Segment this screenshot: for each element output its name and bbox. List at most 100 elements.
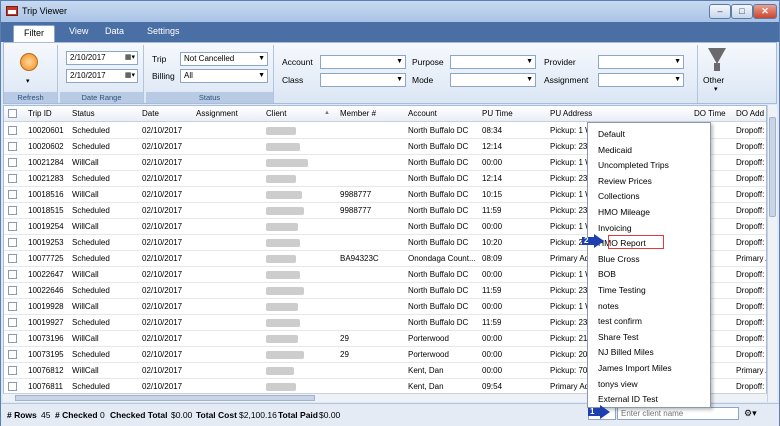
status-cell: Scheduled (72, 350, 110, 359)
status-cell: WillCall (72, 270, 99, 279)
client-redacted (266, 207, 304, 215)
menu-item-uncompleted-trips[interactable]: Uncompleted Trips (598, 160, 669, 170)
row-checkbox[interactable] (8, 302, 17, 311)
row-checkbox[interactable] (8, 318, 17, 327)
menu-item-hmo-mileage[interactable]: HMO Mileage (598, 207, 650, 217)
menu-item-invoicing[interactable]: Invoicing (598, 223, 632, 233)
row-checkbox[interactable] (8, 158, 17, 167)
trip-id-cell: 10077725 (28, 254, 64, 263)
row-checkbox[interactable] (8, 254, 17, 263)
col-member[interactable]: Member # (340, 109, 376, 118)
trip-id-cell: 10073196 (28, 334, 64, 343)
status-cell: WillCall (72, 158, 99, 167)
account-cell: North Buffalo DC (408, 206, 469, 215)
do-address-cell: Dropoff: (736, 382, 765, 391)
trip-id-cell: 10021284 (28, 158, 64, 167)
tab-data[interactable]: Data (105, 26, 124, 36)
col-client[interactable]: Client (266, 109, 286, 118)
menu-item-james-import-miles[interactable]: James Import Miles (598, 363, 672, 373)
menu-item-nj-billed-miles[interactable]: NJ Billed Miles (598, 347, 654, 357)
status-cell: Scheduled (72, 382, 110, 391)
col-assignment[interactable]: Assignment (196, 109, 238, 118)
chevron-down-icon: ▼ (674, 58, 681, 65)
col-account[interactable]: Account (408, 109, 437, 118)
col-date[interactable]: Date (142, 109, 159, 118)
class-select[interactable]: ▼ (320, 73, 406, 87)
pu-time-cell: 00:00 (482, 270, 503, 279)
vertical-scroll-thumb[interactable] (769, 117, 776, 217)
menu-item-review-prices[interactable]: Review Prices (598, 176, 652, 186)
trip-id-cell: 10076811 (28, 382, 63, 391)
billing-select[interactable]: All ▼ (180, 69, 268, 83)
close-button[interactable]: ✕ (753, 4, 777, 19)
tab-settings[interactable]: Settings (147, 26, 180, 36)
member-cell: 29 (340, 350, 349, 359)
menu-item-collections[interactable]: Collections (598, 191, 640, 201)
date-cell: 02/10/2017 (142, 302, 183, 311)
pu-address-cell: Pickup: 21 (550, 334, 588, 343)
col-pu-time[interactable]: PU Time (482, 109, 513, 118)
col-trip-id[interactable]: Trip ID (28, 109, 52, 118)
refresh-dropdown-icon[interactable]: ▾ (26, 77, 30, 85)
pu-time-cell: 11:59 (482, 318, 502, 327)
col-pu-address[interactable]: PU Address (550, 109, 592, 118)
app-icon (6, 6, 18, 16)
menu-item-default[interactable]: Default (598, 129, 625, 139)
mode-select[interactable]: ▼ (450, 73, 536, 87)
row-checkbox[interactable] (8, 286, 17, 295)
account-select[interactable]: ▼ (320, 55, 406, 69)
do-address-cell: Dropoff: (736, 302, 765, 311)
maximize-button[interactable]: □ (731, 4, 753, 19)
col-status[interactable]: Status (72, 109, 95, 118)
vertical-scrollbar[interactable] (767, 105, 777, 402)
row-checkbox[interactable] (8, 382, 17, 391)
client-name-input[interactable] (617, 407, 739, 420)
row-checkbox[interactable] (8, 174, 17, 183)
row-checkbox[interactable] (8, 334, 17, 343)
row-checkbox[interactable] (8, 190, 17, 199)
client-redacted (266, 319, 300, 327)
select-all-checkbox[interactable] (8, 109, 17, 118)
row-checkbox[interactable] (8, 126, 17, 135)
row-checkbox[interactable] (8, 222, 17, 231)
client-redacted (266, 191, 302, 199)
row-checkbox[interactable] (8, 350, 17, 359)
user-settings-icon[interactable]: ⚙▾ (744, 408, 766, 420)
row-checkbox[interactable] (8, 366, 17, 375)
col-do-time[interactable]: DO Time (694, 109, 726, 118)
date-to-picker[interactable]: 2/10/2017 ▦▾ (66, 69, 138, 83)
horizontal-scroll-thumb[interactable] (15, 395, 315, 401)
date-from-picker[interactable]: 2/10/2017 ▦▾ (66, 51, 138, 65)
col-do-address[interactable]: DO Add (736, 109, 764, 118)
minimize-button[interactable]: – (709, 4, 731, 19)
menu-item-external-id-test[interactable]: External ID Test (598, 394, 658, 404)
menu-item-share-test[interactable]: Share Test (598, 332, 638, 342)
row-checkbox[interactable] (8, 142, 17, 151)
menu-item-time-testing[interactable]: Time Testing (598, 285, 646, 295)
menu-item-tonys-view[interactable]: tonys view (598, 379, 638, 389)
menu-item-blue-cross[interactable]: Blue Cross (598, 254, 640, 264)
class-label: Class (282, 75, 304, 85)
provider-select[interactable]: ▼ (598, 55, 684, 69)
tab-view[interactable]: View (69, 26, 88, 36)
menu-item-bob[interactable]: BOB (598, 269, 616, 279)
date-cell: 02/10/2017 (142, 366, 183, 375)
row-checkbox[interactable] (8, 206, 17, 215)
pu-address-cell: Pickup: 23 ( (550, 206, 590, 215)
purpose-select[interactable]: ▼ (450, 55, 536, 69)
trip-select[interactable]: Not Cancelled ▼ (180, 52, 268, 66)
tab-filter[interactable]: Filter (13, 25, 55, 42)
assignment-select[interactable]: ▼ (598, 73, 684, 87)
menu-item-medicaid[interactable]: Medicaid (598, 145, 632, 155)
refresh-icon[interactable] (20, 53, 38, 71)
account-cell: North Buffalo DC (408, 318, 469, 327)
client-redacted (266, 127, 296, 135)
account-label: Account (282, 57, 313, 67)
other-group[interactable]: Other ▾ (700, 45, 734, 103)
menu-item-test-confirm[interactable]: test confirm (598, 316, 642, 326)
row-checkbox[interactable] (8, 270, 17, 279)
grid-header: Trip ID Status Date Assignment Client ▲ … (4, 106, 766, 122)
funnel-icon (708, 48, 726, 64)
row-checkbox[interactable] (8, 238, 17, 247)
menu-item-notes[interactable]: notes (598, 301, 619, 311)
